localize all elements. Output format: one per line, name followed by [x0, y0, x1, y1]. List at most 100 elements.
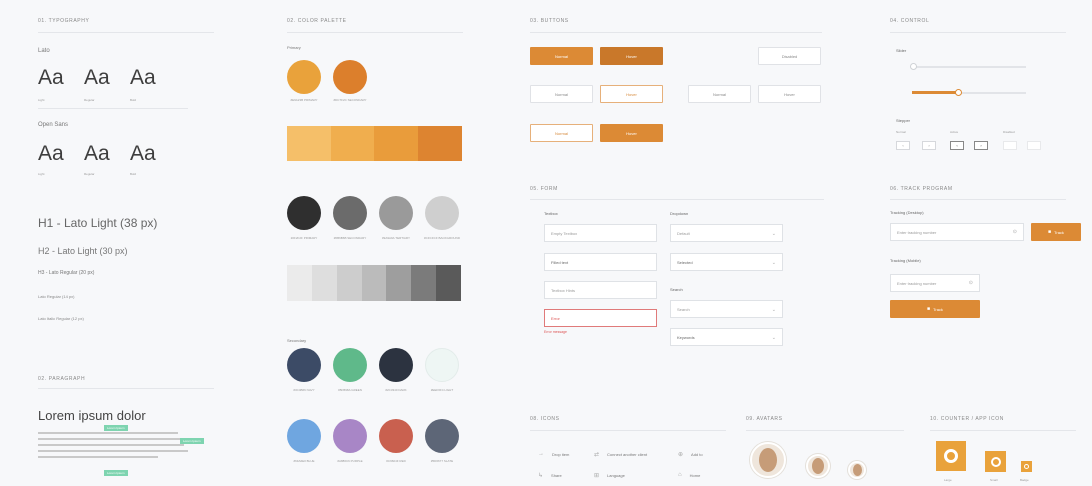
color-swatch[interactable]	[425, 419, 459, 453]
color-swatch-label: #DC7F2C SECONDARY	[333, 98, 367, 102]
arrow-right-icon: →	[538, 451, 544, 457]
tint-swatch	[411, 265, 437, 301]
tint-swatch	[436, 265, 462, 301]
color-swatch-label: #2F2F2F PRIMARY	[290, 236, 318, 240]
icon-item[interactable]: ⊞ Language	[594, 472, 625, 479]
color-swatch-label: #9A9A9A TERTIARY	[381, 236, 411, 240]
tracking-input-mobile[interactable]: Enter tracking number ⊙	[890, 274, 980, 292]
search-dropdown[interactable]: Search ⌄	[670, 300, 783, 318]
textbox-error[interactable]: Error	[544, 309, 657, 327]
share-icon: ↳	[538, 473, 544, 479]
color-swatch[interactable]	[333, 196, 367, 230]
color-swatch-label: #5FB98A GREEN	[338, 388, 362, 392]
tint-swatch	[287, 265, 312, 301]
sample-lato-regular: Aa	[84, 66, 110, 89]
section-divider	[890, 199, 1066, 200]
avatar-small[interactable]	[848, 461, 866, 479]
icon-item[interactable]: ⇄ Connect another client	[594, 451, 647, 458]
counter-label-large: Large	[944, 478, 952, 482]
counter-label-small: Small	[990, 478, 998, 482]
slider-handle-active[interactable]	[954, 89, 962, 96]
search-label: Search	[670, 287, 683, 292]
primary-button-normal[interactable]: Normal	[530, 47, 593, 65]
secondary-button-hover[interactable]: Hover	[600, 85, 663, 103]
color-swatch[interactable]	[287, 348, 321, 382]
color-swatch[interactable]	[379, 348, 413, 382]
app-icon-badge[interactable]	[1021, 461, 1032, 472]
stepper-plus-active[interactable]: ›	[974, 141, 988, 150]
button-disabled[interactable]: Disabled	[758, 47, 821, 65]
stepper-minus[interactable]: ‹	[896, 141, 910, 150]
textbox-empty[interactable]: Empty Textbox	[544, 224, 657, 242]
color-swatch[interactable]	[287, 419, 321, 453]
icon-item[interactable]: ↳ Share	[538, 472, 562, 479]
color-swatch-label: #6FA6E0 BLUE	[293, 459, 315, 463]
color-swatch[interactable]	[425, 196, 459, 230]
icon-item[interactable]: → Drop item	[538, 451, 569, 457]
truck-icon: ■	[1048, 229, 1052, 235]
outline-button-hover[interactable]: Hover	[600, 124, 663, 142]
primary-button-hover[interactable]: Hover	[600, 47, 663, 65]
paragraph-body	[38, 432, 188, 462]
tint-swatch	[311, 265, 337, 301]
color-swatch-label: #EEF6F4 LIGHT	[430, 388, 454, 392]
tracking-input-desktop[interactable]: Enter tracking number ⊙	[890, 223, 1024, 241]
dropdown-value: Selected	[677, 259, 693, 265]
slider-label: Slider	[896, 48, 907, 53]
icon-item[interactable]: ⌂ Home	[678, 472, 700, 478]
color-swatch[interactable]	[287, 196, 321, 230]
section-divider	[930, 430, 1076, 431]
primary-label: Primary	[287, 45, 301, 50]
tertiary-button-hover[interactable]: Hover	[758, 85, 821, 103]
section-title-colors: 02. COLOR PALETTE	[287, 18, 347, 24]
textbox-filled[interactable]: Filled text	[544, 253, 657, 271]
swap-icon: ⇄	[594, 452, 600, 458]
sample-opensans-light: Aa	[38, 142, 64, 165]
home-icon: ⌂	[678, 472, 682, 478]
tertiary-button-normal[interactable]: Normal	[688, 85, 751, 103]
color-swatch[interactable]	[287, 60, 321, 94]
avatar-medium[interactable]	[806, 454, 830, 478]
stepper-minus-disabled	[1003, 141, 1017, 150]
color-swatch[interactable]	[333, 419, 367, 453]
color-swatch-label: #CFCFCF BACKGROUND	[423, 236, 460, 240]
slider-track	[912, 66, 1026, 68]
body-sample: Lato Regular (14 px)	[38, 294, 75, 299]
section-title-buttons: 03. BUTTONS	[530, 18, 569, 24]
divider	[38, 108, 188, 109]
slider-fill	[912, 91, 958, 94]
app-icon-large[interactable]	[936, 441, 966, 471]
app-logo-icon	[944, 449, 958, 463]
highlight-tag: Lorem Ipsum	[180, 438, 204, 444]
slider-handle[interactable]	[910, 63, 917, 70]
textbox-hints[interactable]: Textbox Hints	[544, 281, 657, 299]
track-button-mobile[interactable]: ■ Track	[890, 300, 980, 318]
weight-bold: Bold	[130, 98, 137, 102]
section-divider	[746, 430, 904, 431]
app-icon-small[interactable]	[985, 451, 1006, 472]
stepper-plus[interactable]: ›	[922, 141, 936, 150]
outline-button-normal[interactable]: Normal	[530, 124, 593, 142]
icon-item[interactable]: ⊕ Add to	[678, 451, 703, 458]
section-divider	[530, 430, 726, 431]
weight-light: Light	[38, 172, 45, 176]
dropdown-value: Default	[677, 230, 690, 236]
color-swatch[interactable]	[379, 419, 413, 453]
color-swatch[interactable]	[333, 348, 367, 382]
textbox-label: Textbox	[544, 211, 558, 216]
stepper-minus-active[interactable]: ‹	[950, 141, 964, 150]
track-button-desktop[interactable]: ■ Track	[1031, 223, 1081, 241]
tint-swatch	[336, 265, 362, 301]
avatar-large[interactable]	[750, 442, 786, 478]
dropdown-selected[interactable]: Selected ⌄	[670, 253, 783, 271]
weight-light: Light	[38, 98, 45, 102]
secondary-button-normal[interactable]: Normal	[530, 85, 593, 103]
keywords-dropdown[interactable]: Keywords ⌄	[670, 328, 783, 346]
stepper-label: Stepper	[896, 118, 911, 123]
color-swatch[interactable]	[379, 196, 413, 230]
color-swatch[interactable]	[333, 60, 367, 94]
search-icon: ⊙	[1012, 229, 1017, 235]
color-swatch[interactable]	[425, 348, 459, 382]
section-divider	[287, 32, 463, 33]
dropdown-default[interactable]: Default ⌄	[670, 224, 783, 242]
